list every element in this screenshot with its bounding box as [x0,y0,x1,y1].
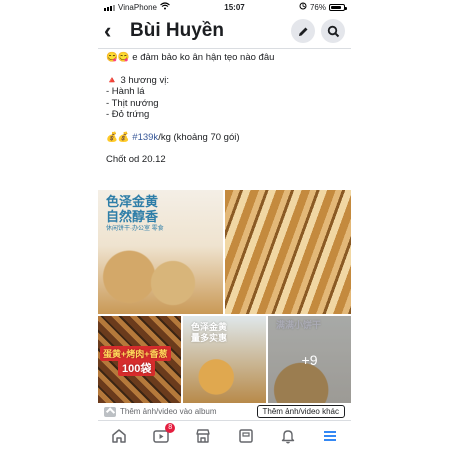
pencil-icon [298,27,307,36]
menu-icon [323,430,336,441]
add-media-bar: Thêm ảnh/video vào album Thêm ảnh/video … [98,403,351,420]
video-badge: 8 [165,422,176,433]
marketplace-icon [196,428,211,443]
price-detail: /kg (khoảng 70 gói) [158,131,240,143]
photo-1-caption: 色泽金黄 自然醇香 [106,194,159,224]
edit-button[interactable] [291,19,315,43]
price-hashtag[interactable]: #139k [132,132,158,143]
signal-icon [104,4,115,11]
wifi-icon [160,2,170,12]
post-price: 💰💰 #139k/kg (khoảng 70 gói) [106,132,345,144]
flavor-item: - Đỏ trứng [106,109,150,120]
flavor-item: - Thịt nướng [106,97,159,109]
tab-video[interactable]: 8 [149,422,176,447]
search-icon [327,25,339,37]
post-line-intro: 😋😋 e đảm bảo ko ân hận tẹo nào đâu [106,52,275,63]
photo-album-icon [104,406,116,417]
post-closing: Chốt od 20.12 [106,154,166,165]
page-header: ‹ Bùi Huyền [98,14,351,48]
photo-1[interactable]: 色泽金黄 自然醇香 休闲饼干·办公室 零食 [98,190,223,314]
page-title: Bùi Huyền [130,20,224,41]
pages-icon [238,428,253,443]
photo-3-caption: 蛋黄+烤肉+香葱 [100,346,171,361]
phone-screen: VinaPhone 15:07 76% ‹ Bùi Huyền 😋😋 e đảm… [98,0,351,449]
photo-grid: 色泽金黄 自然醇香 休闲饼干·办公室 零食 蛋黄+烤肉+香葱 100袋 色泽金黄… [98,190,351,403]
photo-1-subcaption: 休闲饼干·办公室 零食 [106,226,164,232]
photo-5[interactable]: 满满小饼干 +9 [268,316,351,403]
add-more-media-button[interactable]: Thêm ảnh/video khác [256,405,345,418]
post-text: 😋😋 e đảm bảo ko ân hận tẹo nào đâu 🔺 3 h… [106,52,345,166]
clock: 15:07 [224,2,245,12]
carrier-label: VinaPhone [118,2,157,12]
bottom-tab-bar: 8 [98,420,351,449]
photo-2[interactable] [225,190,351,314]
photo-4-caption: 色泽金黄 量多实惠 [191,322,228,343]
more-photos-overlay[interactable]: +9 [268,316,351,403]
money-icon: 💰💰 [106,131,133,143]
tab-home[interactable] [107,425,131,447]
add-to-album-link[interactable]: Thêm ảnh/video vào album [120,407,217,416]
tab-menu[interactable] [318,425,342,447]
tab-marketplace[interactable] [191,425,215,447]
photo-3[interactable]: 蛋黄+烤肉+香葱 100袋 [98,316,181,403]
bell-icon [281,429,294,443]
status-bar: VinaPhone 15:07 76% [98,0,351,14]
battery-icon [328,3,347,11]
back-button[interactable]: ‹ [104,20,124,42]
photo-3-count: 100袋 [118,360,156,376]
battery-percent: 76% [309,2,326,12]
search-button[interactable] [321,19,345,43]
photo-4[interactable]: 色泽金黄 量多实惠 [183,316,266,403]
location-icon [299,2,307,12]
flavor-item: - Hành lá [106,86,145,97]
post-flavor-heading: 🔺 3 hương vị: [106,74,169,86]
more-photos-count: +9 [301,351,318,368]
header-divider [98,48,351,49]
tab-notifications[interactable] [276,425,300,447]
tab-pages[interactable] [234,425,258,447]
home-icon [112,428,126,443]
